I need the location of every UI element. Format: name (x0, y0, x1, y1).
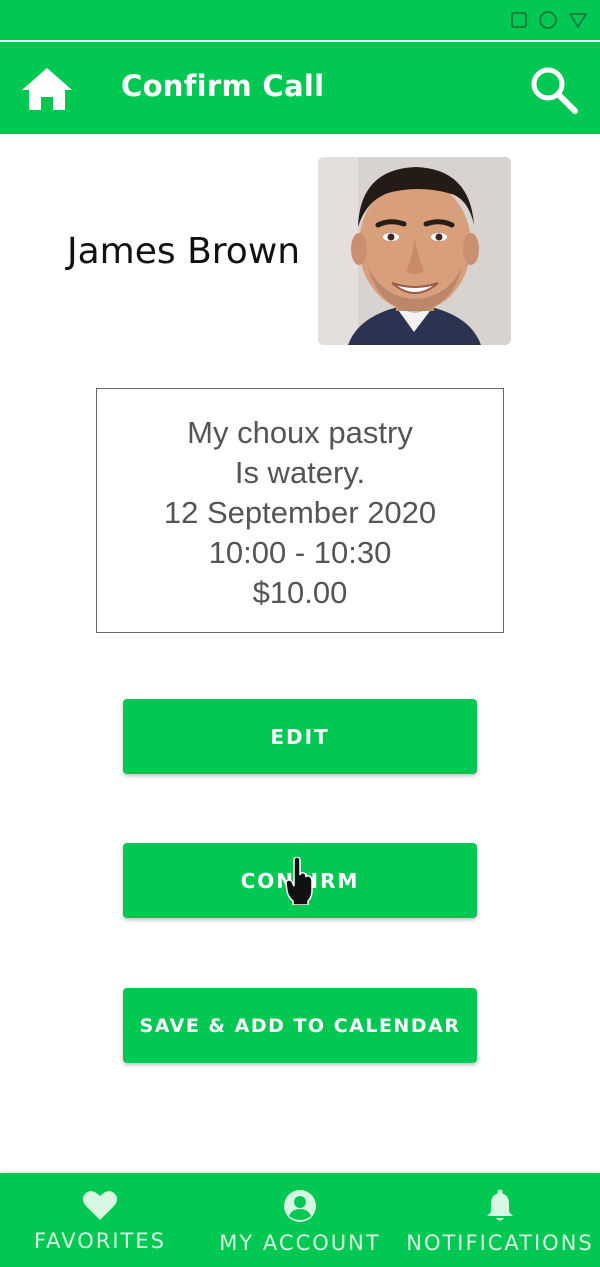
account-circle-icon (284, 1190, 316, 1222)
heart-icon (83, 1191, 117, 1220)
app-bar: Confirm Call (0, 42, 600, 134)
square-icon (511, 12, 527, 28)
search-button[interactable] (528, 64, 580, 116)
circle-icon (539, 11, 557, 29)
nav-item-favorites[interactable]: FAVORITES (30, 1173, 170, 1267)
details-topic-line-2: Is watery. (234, 455, 366, 490)
bell-icon (487, 1189, 513, 1221)
profile-photo (318, 157, 511, 345)
status-bar (0, 0, 600, 40)
details-price: $10.00 (252, 575, 348, 610)
avatar (318, 157, 511, 345)
system-icons (510, 10, 588, 30)
search-icon (531, 67, 578, 114)
bottom-navigation: FAVORITES MY ACCOUNT NOTIFICATIONS (0, 1173, 600, 1267)
details-date: 12 September 2020 (163, 495, 437, 530)
nav-label-notifications: NOTIFICATIONS (406, 1231, 594, 1255)
details-time: 10:00 - 10:30 (208, 535, 392, 570)
nav-item-notifications[interactable]: NOTIFICATIONS (402, 1173, 598, 1267)
nav-label-my-account: MY ACCOUNT (219, 1231, 381, 1255)
triangle-down-icon (569, 13, 587, 28)
contact-name: James Brown (67, 231, 301, 272)
call-details-card: My choux pastry Is watery. 12 September … (96, 388, 504, 633)
nav-label-favorites: FAVORITES (34, 1229, 166, 1253)
home-button[interactable] (20, 66, 74, 112)
confirm-button[interactable]: CONFIRM (123, 843, 477, 918)
details-topic-line-1: My choux pastry (187, 415, 413, 450)
home-icon (22, 68, 72, 110)
page-title: Confirm Call (121, 69, 325, 103)
edit-button[interactable]: EDIT (123, 699, 477, 774)
save-and-add-to-calendar-button[interactable]: SAVE & ADD TO CALENDAR (123, 988, 477, 1063)
nav-item-my-account[interactable]: MY ACCOUNT (214, 1173, 386, 1267)
